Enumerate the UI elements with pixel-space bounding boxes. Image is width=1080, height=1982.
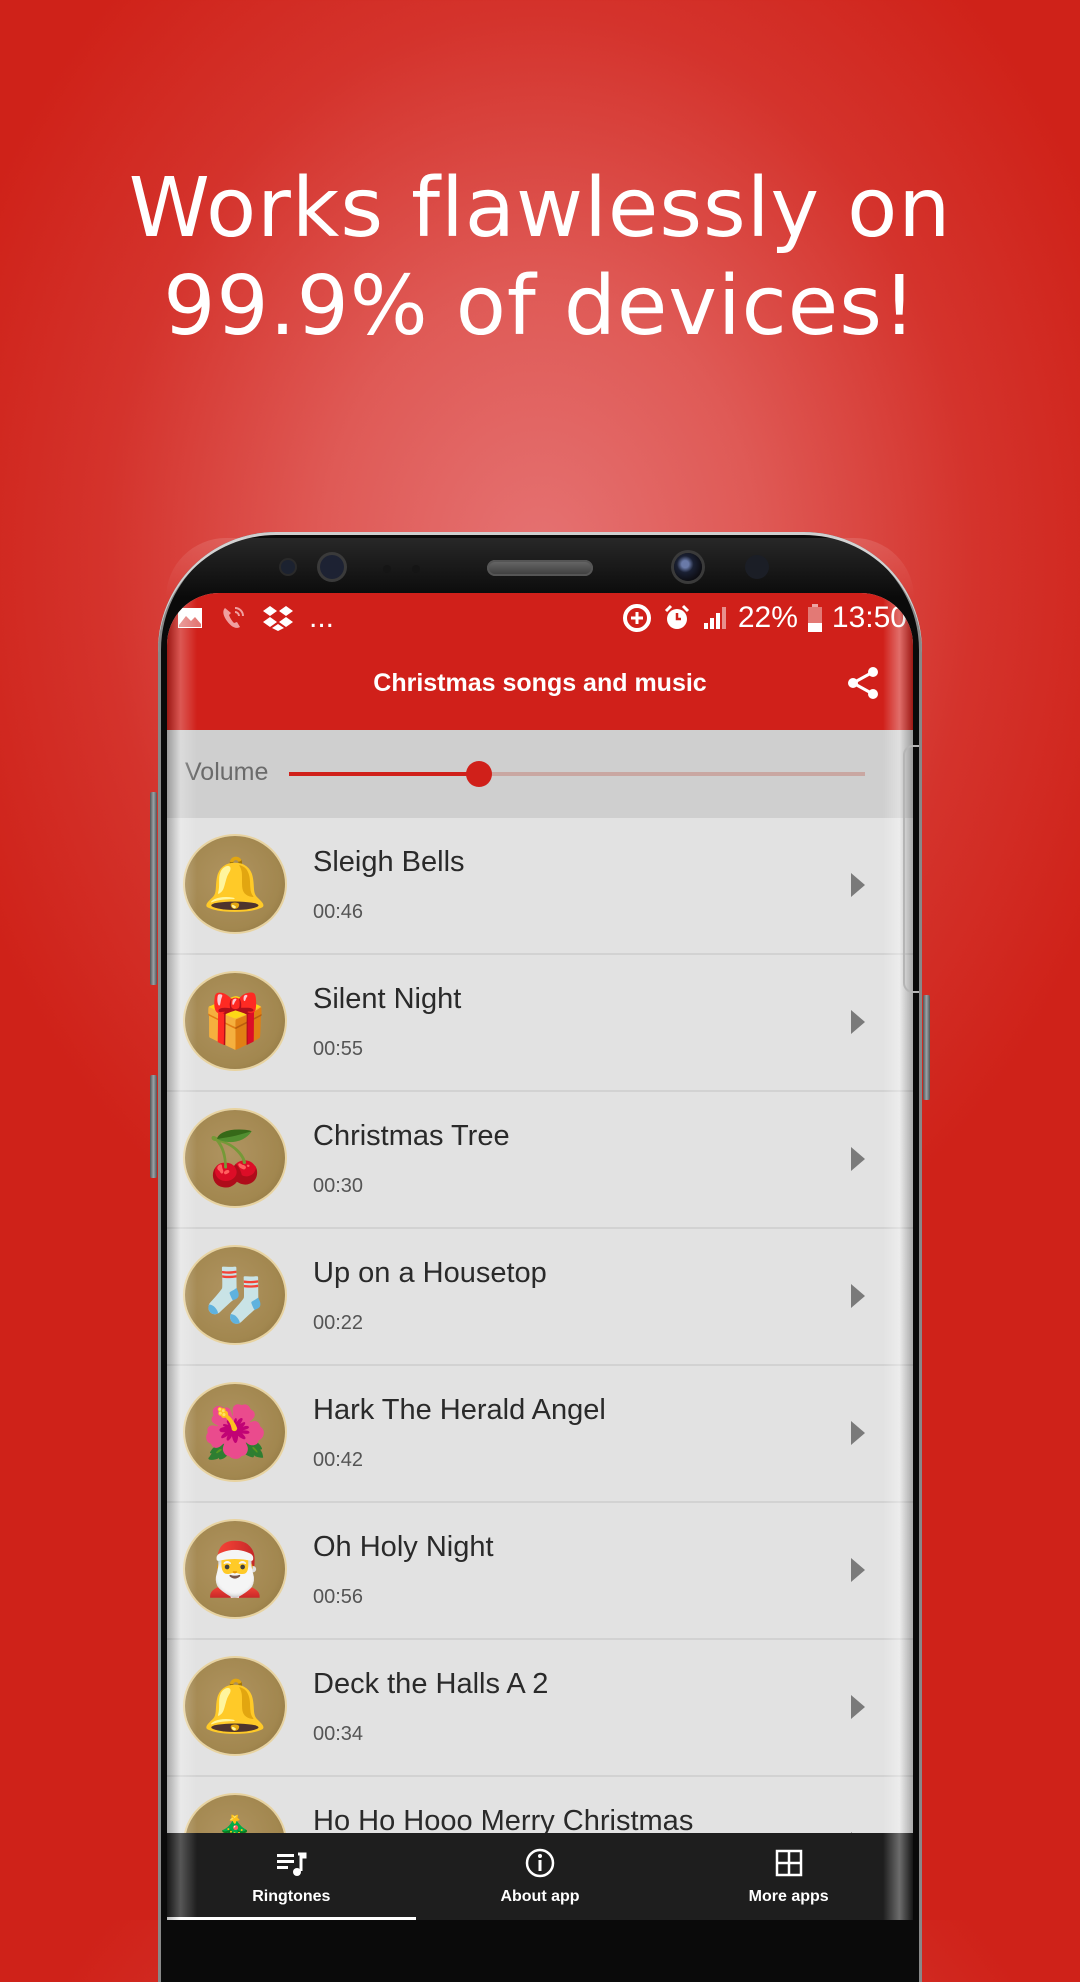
song-title: Sleigh Bells <box>313 846 465 878</box>
song-duration: 00:22 <box>313 1312 364 1334</box>
bixby-button <box>150 1075 157 1178</box>
song-title: Hark The Herald Angel <box>313 1394 606 1426</box>
slider-thumb[interactable] <box>466 761 493 787</box>
bells-icon: 🔔 <box>185 836 285 932</box>
song-duration: 00:42 <box>313 1449 364 1471</box>
headline-line-1: Works flawlessly on <box>128 161 952 256</box>
song-title: Up on a Housetop <box>313 1257 547 1289</box>
app-title: Christmas songs and music <box>373 669 707 697</box>
battery-icon <box>807 604 822 632</box>
song-row[interactable]: 🍒 Christmas Tree 00:30 <box>167 1092 913 1229</box>
nav-label: About app <box>500 1888 580 1905</box>
play-arrow-icon[interactable] <box>851 1147 865 1171</box>
data-saver-icon <box>622 604 651 632</box>
play-arrow-icon[interactable] <box>851 1421 865 1445</box>
volume-label: Volume <box>185 758 269 786</box>
nav-more-apps[interactable]: More apps <box>664 1833 913 1920</box>
power-button <box>923 995 930 1100</box>
song-duration: 00:46 <box>313 901 364 923</box>
play-arrow-icon[interactable] <box>851 1010 865 1034</box>
song-row[interactable]: 🔔 Deck the Halls A 2 00:34 <box>167 1640 913 1777</box>
play-arrow-icon[interactable] <box>851 1695 865 1719</box>
song-title: Christmas Tree <box>313 1120 510 1152</box>
holly-icon: 🍒 <box>185 1110 285 1206</box>
nav-ringtones[interactable]: Ringtones <box>167 1833 416 1920</box>
song-row[interactable]: 🧦 Up on a Housetop 00:22 <box>167 1229 913 1366</box>
headline-line-2: 99.9% of devices! <box>163 259 917 354</box>
poinsettia-icon: 🌺 <box>185 1384 285 1480</box>
edge-panel-handle[interactable] <box>903 745 919 993</box>
info-icon <box>525 1848 555 1878</box>
play-arrow-icon[interactable] <box>851 1284 865 1308</box>
more-notifications: ... <box>309 601 335 634</box>
song-row[interactable]: 🎁 Silent Night 00:55 <box>167 955 913 1092</box>
volume-control: Volume <box>167 730 913 818</box>
song-row[interactable]: 🌺 Hark The Herald Angel 00:42 <box>167 1366 913 1503</box>
song-title: Oh Holy Night <box>313 1531 494 1563</box>
missed-call-icon <box>223 607 244 628</box>
song-duration: 00:56 <box>313 1586 364 1608</box>
santa-icon: 🎅 <box>185 1521 285 1617</box>
iris-led <box>745 555 769 579</box>
gallery-icon <box>178 608 202 628</box>
app-bar: Christmas songs and music <box>167 643 913 730</box>
clock: 13:50 <box>831 601 907 634</box>
song-duration: 00:30 <box>313 1175 364 1197</box>
song-duration: 00:55 <box>313 1038 364 1060</box>
front-camera <box>674 553 702 581</box>
song-list: 🔔 Sleigh Bells 00:46 🎁 Silent Night 00:55 🍒 Chr… <box>167 818 913 1914</box>
stocking-icon: 🧦 <box>185 1247 285 1343</box>
song-title: Silent Night <box>313 983 462 1015</box>
proximity-sensor <box>281 560 295 574</box>
gift-sack-icon: 🎁 <box>185 973 285 1069</box>
slider-fill <box>289 772 480 776</box>
phone-screen: ... 22% 13:50 Christmas songs and music … <box>167 593 913 1920</box>
battery-percent: 22% <box>737 601 798 634</box>
share-icon[interactable] <box>843 663 883 703</box>
status-bar: ... 22% 13:50 <box>167 593 913 643</box>
nav-about-app[interactable]: About app <box>416 1833 665 1920</box>
signal-icon <box>703 607 726 629</box>
iris-camera <box>320 555 344 579</box>
song-title: Deck the Halls A 2 <box>313 1668 549 1700</box>
led-indicator <box>383 565 391 573</box>
promo-headline: Works flawlessly on 99.9% of devices! <box>0 160 1080 356</box>
song-duration: 00:34 <box>313 1723 364 1745</box>
play-arrow-icon[interactable] <box>851 1558 865 1582</box>
song-row[interactable]: 🔔 Sleigh Bells 00:46 <box>167 818 913 955</box>
grid-icon <box>775 1849 802 1877</box>
volume-rocker <box>150 792 157 985</box>
nav-label: More apps <box>748 1888 829 1905</box>
play-arrow-icon[interactable] <box>851 873 865 897</box>
alarm-icon <box>664 604 689 629</box>
bottom-nav: Ringtones About app More apps <box>167 1833 913 1920</box>
bell-icon: 🔔 <box>185 1658 285 1754</box>
ambient-sensor <box>412 565 420 573</box>
nav-label: Ringtones <box>252 1888 331 1905</box>
earpiece-speaker <box>487 560 593 576</box>
dropbox-icon <box>263 606 293 631</box>
song-row[interactable]: 🎅 Oh Holy Night 00:56 <box>167 1503 913 1640</box>
playlist-music-icon <box>277 1852 307 1876</box>
volume-slider[interactable] <box>289 761 865 787</box>
